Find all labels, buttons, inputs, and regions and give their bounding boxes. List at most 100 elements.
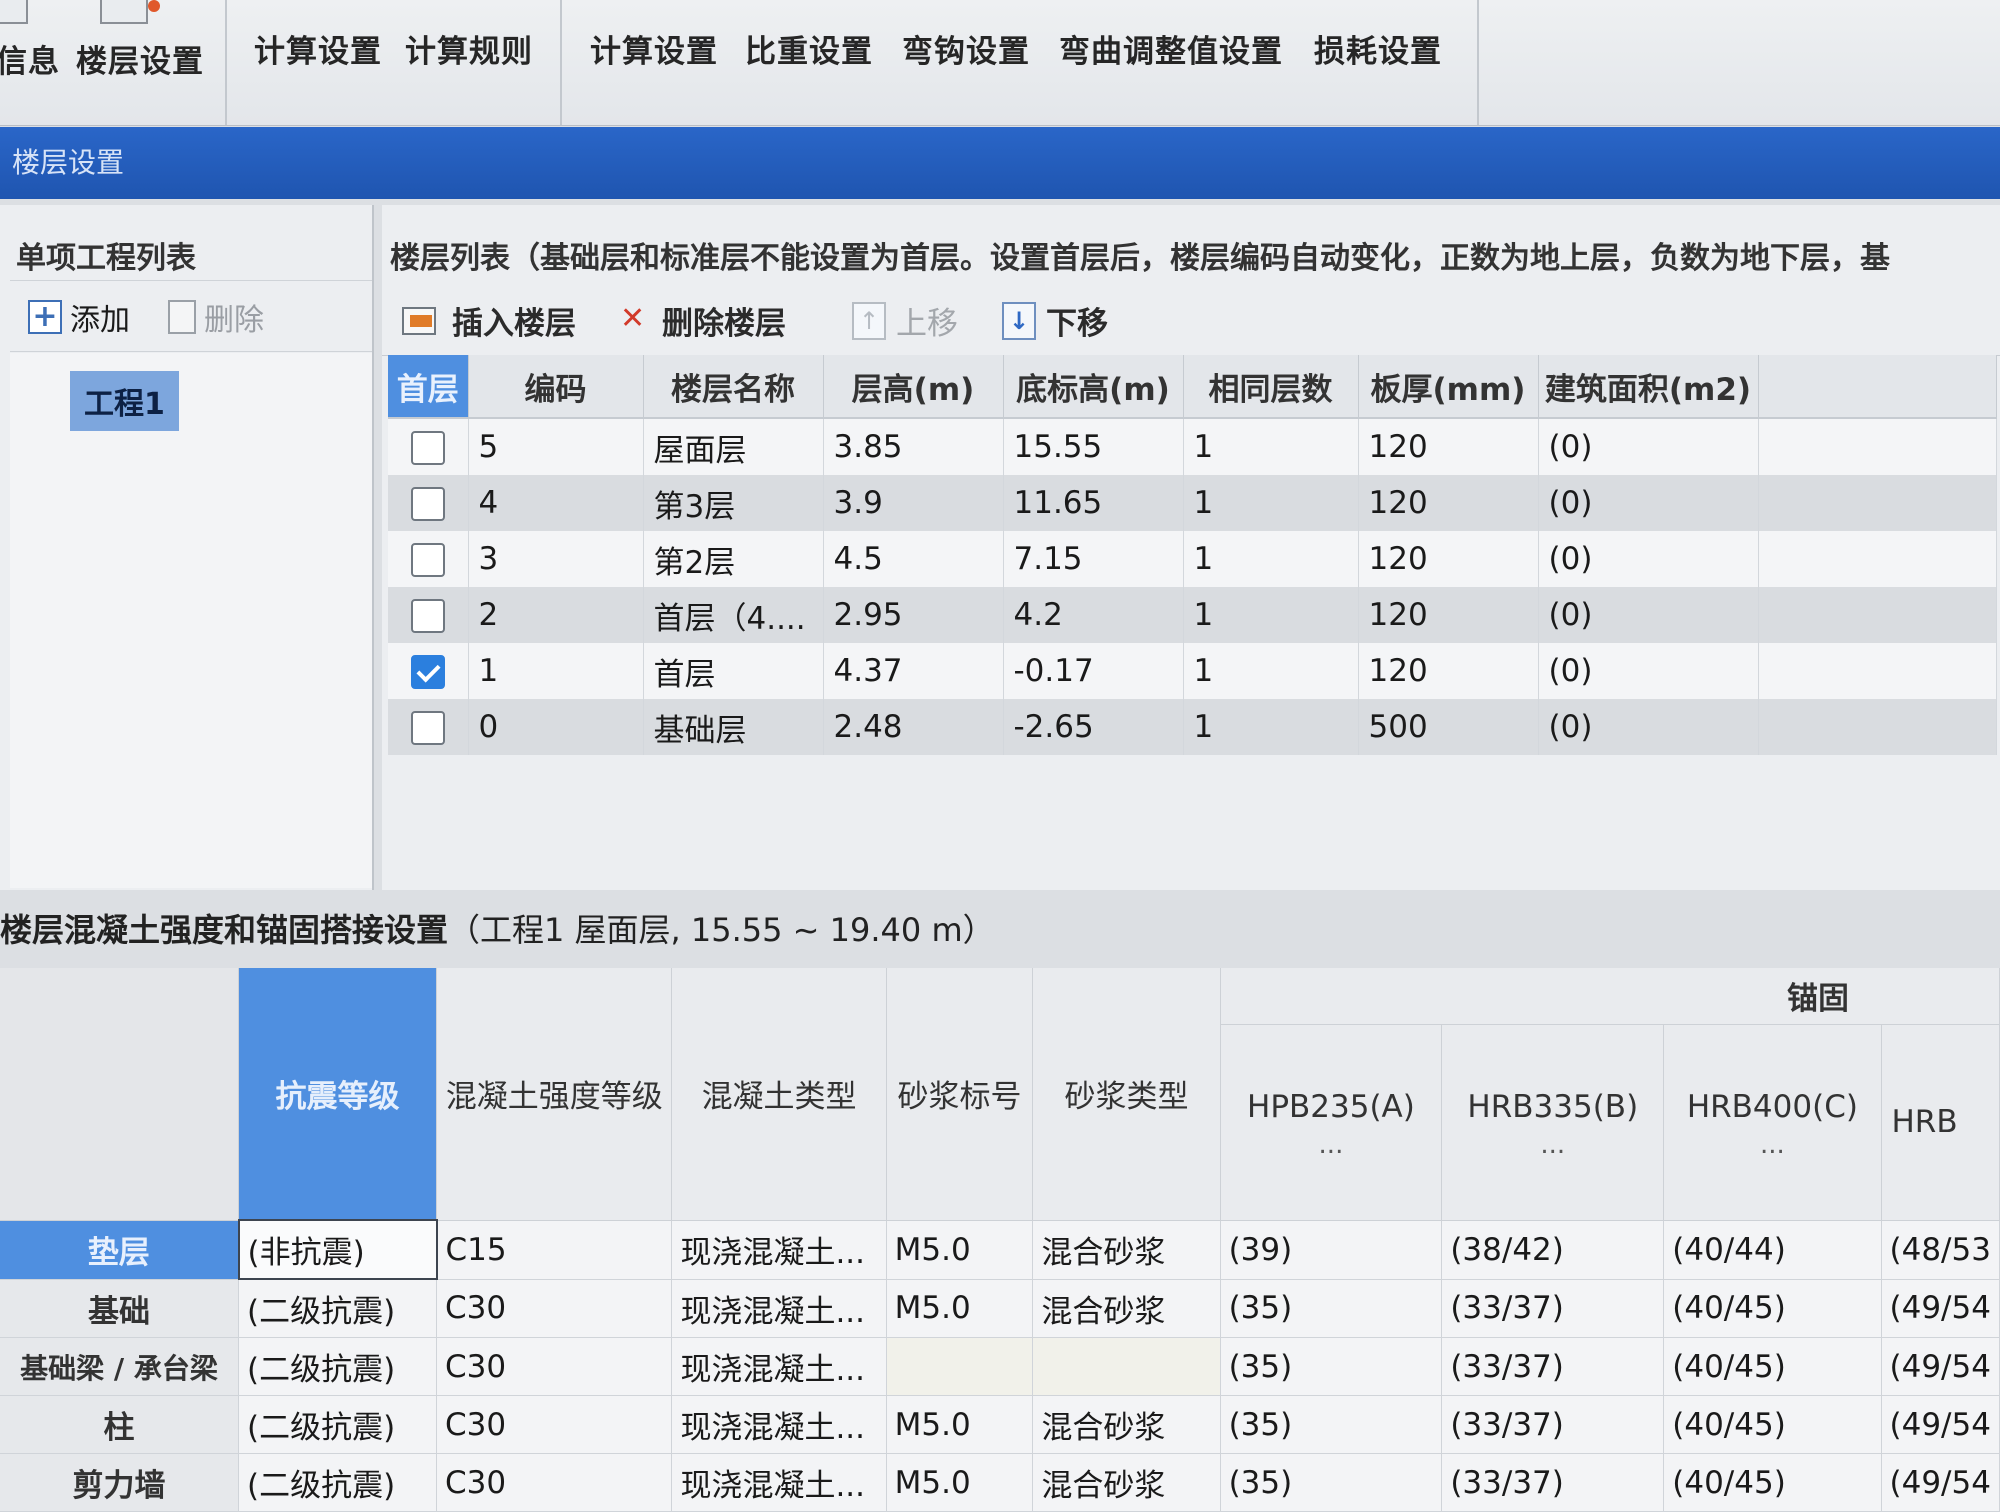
seismic-cell[interactable]: (二级抗震) bbox=[238, 1453, 438, 1512]
slab-cell[interactable]: 120 bbox=[1358, 418, 1539, 475]
hrb400-cell[interactable]: (40/45) bbox=[1663, 1337, 1882, 1396]
mortar-type-cell[interactable]: 混合砂浆 bbox=[1032, 1279, 1221, 1338]
col-header-hrb335[interactable]: HRB335(B)... bbox=[1441, 1024, 1665, 1221]
col-header-name[interactable]: 楼层名称 bbox=[643, 355, 824, 419]
col-header-mortar-type[interactable]: 砂浆类型 bbox=[1032, 968, 1221, 1221]
slab-cell[interactable]: 120 bbox=[1358, 475, 1539, 531]
base-cell[interactable]: 11.65 bbox=[1003, 475, 1184, 531]
move-down-button[interactable]: ↓ 下移 bbox=[1002, 298, 1108, 343]
code-cell[interactable]: 0 bbox=[468, 699, 644, 755]
mortar-type-cell[interactable]: 混合砂浆 bbox=[1032, 1453, 1221, 1512]
first-floor-checkbox[interactable] bbox=[410, 543, 445, 578]
seismic-cell[interactable]: (二级抗震) bbox=[238, 1279, 438, 1338]
slab-cell[interactable]: 120 bbox=[1358, 531, 1539, 587]
same-cell[interactable]: 1 bbox=[1183, 475, 1359, 531]
hpb235-cell[interactable]: (35) bbox=[1220, 1279, 1443, 1338]
first-floor-cell[interactable] bbox=[388, 699, 469, 755]
code-cell[interactable]: 5 bbox=[468, 418, 644, 475]
mortar-grade-cell[interactable]: M5.0 bbox=[886, 1279, 1034, 1338]
col-header-hpb235-more[interactable]: ... bbox=[1221, 1132, 1442, 1158]
base-cell[interactable]: 7.15 bbox=[1003, 531, 1184, 587]
ribbon-btn-density-settings[interactable]: 比重设置 bbox=[745, 26, 873, 71]
concrete-type-cell[interactable]: 现浇混凝土... bbox=[671, 1453, 887, 1512]
code-cell[interactable]: 4 bbox=[468, 475, 644, 531]
row-header[interactable]: 垫层 bbox=[0, 1220, 240, 1280]
ribbon-btn-calc-settings[interactable]: 计算设置 bbox=[254, 26, 382, 71]
height-cell[interactable]: 3.85 bbox=[823, 418, 1004, 475]
same-cell[interactable]: 1 bbox=[1183, 587, 1359, 643]
height-cell[interactable]: 4.37 bbox=[823, 643, 1004, 699]
table-row[interactable]: 3 第2层 4.5 7.15 1 120 (0) bbox=[388, 531, 1997, 587]
concrete-type-cell[interactable]: 现浇混凝土... bbox=[671, 1220, 887, 1280]
hrb400-cell[interactable]: (40/45) bbox=[1663, 1453, 1882, 1512]
hpb235-cell[interactable]: (35) bbox=[1220, 1337, 1443, 1396]
name-cell[interactable]: 屋面层 bbox=[643, 418, 824, 475]
col-header-hrb400-more[interactable]: ... bbox=[1664, 1132, 1880, 1158]
height-cell[interactable]: 4.5 bbox=[823, 531, 1004, 587]
hrb-more-cell[interactable]: (49/54 bbox=[1881, 1453, 2000, 1512]
name-cell[interactable]: 第3层 bbox=[643, 475, 824, 531]
col-header-hpb235[interactable]: HPB235(A)... bbox=[1220, 1024, 1443, 1221]
seismic-cell[interactable]: (二级抗震) bbox=[238, 1395, 438, 1454]
row-header[interactable]: 基础 bbox=[0, 1279, 240, 1338]
hrb-more-cell[interactable]: (48/53 bbox=[1881, 1220, 2000, 1280]
table-row[interactable]: 基础梁 / 承台梁 (二级抗震) C30 现浇混凝土... (35) (33/3… bbox=[0, 1337, 2000, 1396]
concrete-type-cell[interactable]: 现浇混凝土... bbox=[671, 1395, 887, 1454]
hrb335-cell[interactable]: (33/37) bbox=[1441, 1453, 1665, 1512]
same-cell[interactable]: 1 bbox=[1183, 699, 1359, 755]
col-header-same[interactable]: 相同层数 bbox=[1183, 355, 1359, 419]
grade-cell[interactable]: C30 bbox=[436, 1337, 673, 1396]
slab-cell[interactable]: 120 bbox=[1358, 587, 1539, 643]
code-cell[interactable]: 1 bbox=[468, 643, 644, 699]
hpb235-cell[interactable]: (39) bbox=[1220, 1220, 1443, 1280]
base-cell[interactable]: -0.17 bbox=[1003, 643, 1184, 699]
hrb335-cell[interactable]: (33/37) bbox=[1441, 1337, 1665, 1396]
ribbon-btn-info[interactable]: 信息 bbox=[0, 36, 60, 81]
table-row[interactable]: 2 首层（4.... 2.95 4.2 1 120 (0) bbox=[388, 587, 1997, 643]
same-cell[interactable]: 1 bbox=[1183, 531, 1359, 587]
seismic-cell[interactable]: (二级抗震) bbox=[238, 1337, 438, 1396]
height-cell[interactable]: 2.95 bbox=[823, 587, 1004, 643]
mortar-type-cell[interactable]: 混合砂浆 bbox=[1032, 1395, 1221, 1454]
concrete-type-cell[interactable]: 现浇混凝土... bbox=[671, 1337, 887, 1396]
area-cell[interactable]: (0) bbox=[1538, 418, 1759, 475]
col-header-height[interactable]: 层高(m) bbox=[823, 355, 1004, 419]
col-header-hrb400[interactable]: HRB400(C)... bbox=[1663, 1024, 1882, 1221]
area-cell[interactable]: (0) bbox=[1538, 475, 1759, 531]
mortar-type-cell[interactable] bbox=[1032, 1337, 1221, 1396]
mortar-grade-cell[interactable]: M5.0 bbox=[886, 1395, 1034, 1454]
table-row[interactable]: 4 第3层 3.9 11.65 1 120 (0) bbox=[388, 475, 1997, 531]
concrete-type-cell[interactable]: 现浇混凝土... bbox=[671, 1279, 887, 1338]
col-header-concrete-grade[interactable]: 混凝土强度等级 bbox=[436, 968, 673, 1221]
base-cell[interactable]: -2.65 bbox=[1003, 699, 1184, 755]
first-floor-cell[interactable] bbox=[388, 475, 469, 531]
first-floor-checkbox[interactable] bbox=[410, 599, 445, 634]
row-header[interactable]: 基础梁 / 承台梁 bbox=[0, 1337, 240, 1396]
grade-cell[interactable]: C30 bbox=[436, 1395, 673, 1454]
col-header-first[interactable]: 首层 bbox=[388, 355, 469, 419]
grade-cell[interactable]: C15 bbox=[436, 1220, 673, 1280]
table-row[interactable]: 垫层 (非抗震) C15 现浇混凝土... M5.0 混合砂浆 (39) (38… bbox=[0, 1219, 2000, 1280]
same-cell[interactable]: 1 bbox=[1183, 418, 1359, 475]
col-header-hrb335-more[interactable]: ... bbox=[1442, 1132, 1663, 1158]
ribbon-btn-bend-adjust-settings[interactable]: 弯曲调整值设置 bbox=[1059, 26, 1283, 71]
name-cell[interactable]: 首层 bbox=[643, 643, 824, 699]
ribbon-btn-rebar-calc-settings[interactable]: 计算设置 bbox=[590, 26, 718, 71]
project-item[interactable]: 工程1 bbox=[70, 371, 179, 431]
row-header[interactable]: 剪力墙 bbox=[0, 1453, 240, 1512]
same-cell[interactable]: 1 bbox=[1183, 643, 1359, 699]
first-floor-checkbox[interactable] bbox=[410, 711, 445, 746]
hpb235-cell[interactable]: (35) bbox=[1220, 1395, 1443, 1454]
mortar-type-cell[interactable]: 混合砂浆 bbox=[1032, 1220, 1221, 1280]
col-header-concrete-type[interactable]: 混凝土类型 bbox=[671, 968, 887, 1221]
name-cell[interactable]: 第2层 bbox=[643, 531, 824, 587]
height-cell[interactable]: 2.48 bbox=[823, 699, 1004, 755]
ribbon-btn-loss-settings[interactable]: 损耗设置 bbox=[1314, 26, 1442, 71]
table-row[interactable]: 1 首层 4.37 -0.17 1 120 (0) bbox=[388, 643, 1997, 699]
hrb400-cell[interactable]: (40/45) bbox=[1663, 1279, 1882, 1338]
name-cell[interactable]: 基础层 bbox=[643, 699, 824, 755]
hrb-more-cell[interactable]: (49/54 bbox=[1881, 1279, 2000, 1338]
insert-floor-button[interactable]: 插入楼层 bbox=[402, 298, 576, 343]
hrb-more-cell[interactable]: (49/54 bbox=[1881, 1337, 2000, 1396]
first-floor-checkbox[interactable] bbox=[410, 431, 445, 466]
